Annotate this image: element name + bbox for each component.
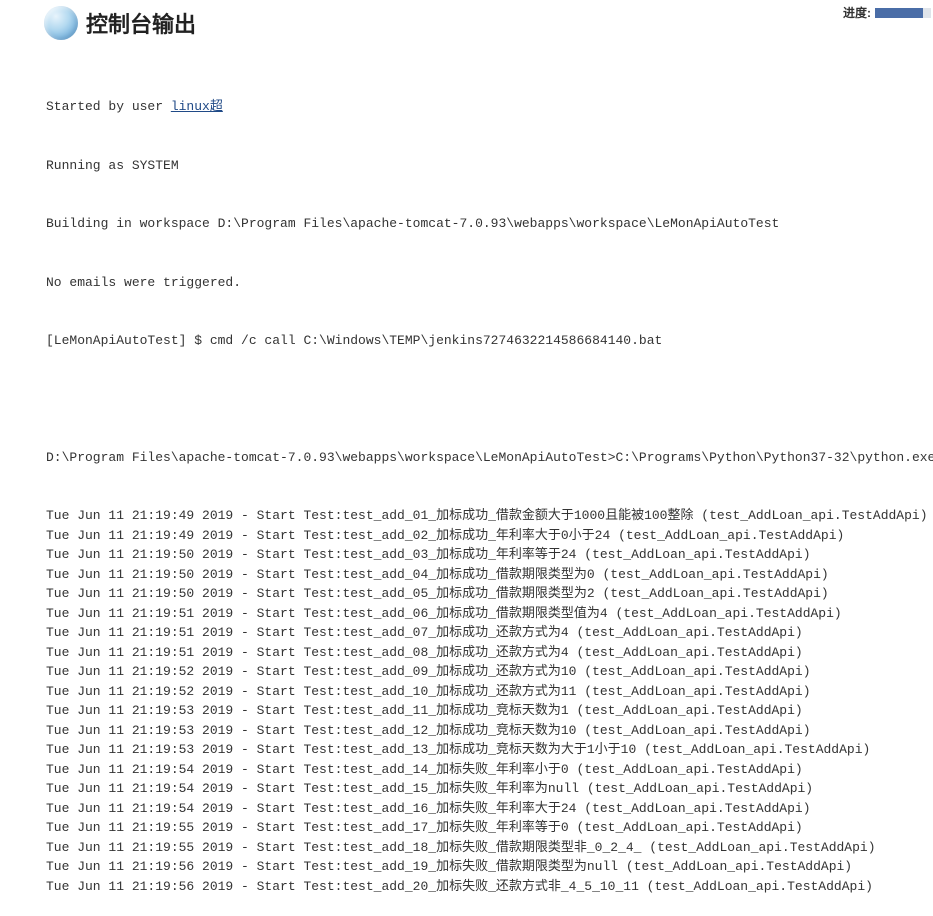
progress-fill [875,8,923,18]
console-line-test: Tue Jun 11 21:19:54 2019 - Start Test:te… [46,760,933,780]
console-line-test: Tue Jun 11 21:19:53 2019 - Start Test:te… [46,701,933,721]
page-header: 控制台输出 [0,0,933,48]
progress-area: 进度: [843,4,931,21]
progress-bar [875,8,931,18]
console-line-test: Tue Jun 11 21:19:51 2019 - Start Test:te… [46,643,933,663]
console-line-test: Tue Jun 11 21:19:56 2019 - Start Test:te… [46,877,933,897]
progress-label: 进度: [843,4,871,21]
page-title: 控制台输出 [86,7,196,39]
user-link[interactable]: linux超 [171,99,223,114]
console-line-test: Tue Jun 11 21:19:50 2019 - Start Test:te… [46,565,933,585]
console-line-test: Tue Jun 11 21:19:49 2019 - Start Test:te… [46,506,933,526]
console-line-exec: D:\Program Files\apache-tomcat-7.0.93\we… [46,448,933,468]
console-line-workspace: Building in workspace D:\Program Files\a… [46,214,933,234]
console-line-started: Started by user linux超 [46,97,933,117]
console-line-test: Tue Jun 11 21:19:55 2019 - Start Test:te… [46,818,933,838]
console-line-test: Tue Jun 11 21:19:51 2019 - Start Test:te… [46,604,933,624]
console-line-test: Tue Jun 11 21:19:53 2019 - Start Test:te… [46,721,933,741]
console-line-test: Tue Jun 11 21:19:50 2019 - Start Test:te… [46,545,933,565]
console-line-test: Tue Jun 11 21:19:53 2019 - Start Test:te… [46,740,933,760]
console-line-cmd: [LeMonApiAutoTest] $ cmd /c call C:\Wind… [46,331,933,351]
console-line-test: Tue Jun 11 21:19:56 2019 - Start Test:te… [46,857,933,877]
console-line-test: Tue Jun 11 21:19:52 2019 - Start Test:te… [46,662,933,682]
console-line-running: Running as SYSTEM [46,156,933,176]
console-orb-icon [44,6,78,40]
console-output: Started by user linux超 Running as SYSTEM… [0,48,933,916]
console-line-test: Tue Jun 11 21:19:49 2019 - Start Test:te… [46,526,933,546]
console-line-test: Tue Jun 11 21:19:55 2019 - Start Test:te… [46,838,933,858]
console-line-test: Tue Jun 11 21:19:54 2019 - Start Test:te… [46,779,933,799]
console-line-test: Tue Jun 11 21:19:54 2019 - Start Test:te… [46,799,933,819]
console-line-blank [46,390,933,409]
console-line-emails: No emails were triggered. [46,273,933,293]
started-prefix: Started by user [46,99,171,114]
console-line-test: Tue Jun 11 21:19:52 2019 - Start Test:te… [46,682,933,702]
console-line-test: Tue Jun 11 21:19:51 2019 - Start Test:te… [46,623,933,643]
console-test-lines: Tue Jun 11 21:19:49 2019 - Start Test:te… [46,506,933,896]
console-line-test: Tue Jun 11 21:19:50 2019 - Start Test:te… [46,584,933,604]
